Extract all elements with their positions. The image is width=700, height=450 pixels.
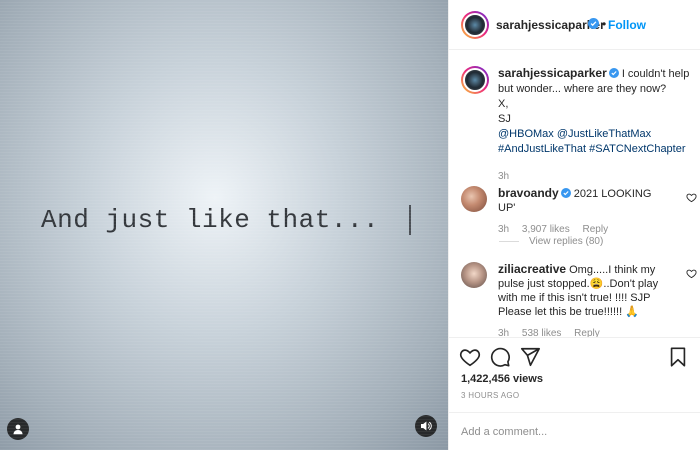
- add-comment-input[interactable]: [461, 423, 689, 441]
- commenter-avatar[interactable]: [461, 186, 487, 212]
- mention-hbomax[interactable]: @HBOMax: [498, 128, 554, 140]
- comment-body: ziliacreative Omg.....I think my pulse j…: [498, 262, 666, 341]
- comment-meta: 3h 3,907 likes Reply: [498, 223, 666, 237]
- speaker-icon: [421, 421, 432, 431]
- commenter-username[interactable]: ziliacreative: [498, 262, 566, 276]
- like-heart-icon[interactable]: [459, 346, 481, 368]
- commenter-username[interactable]: bravoandy: [498, 186, 559, 200]
- verified-badge-icon: [608, 68, 619, 78]
- verified-badge-icon: [588, 18, 599, 29]
- view-replies-label: View replies (80): [529, 236, 604, 247]
- hashtag-satcnextchapter[interactable]: #SATCNextChapter: [589, 143, 685, 155]
- add-comment-bar: [449, 412, 700, 450]
- comment-like-heart-icon[interactable]: [686, 268, 697, 279]
- post-actions: 1,422,456 views 3 HOURS AGO: [449, 337, 700, 450]
- replies-divider: [499, 240, 519, 242]
- action-icons-row: [459, 346, 689, 370]
- reply-button[interactable]: Reply: [583, 224, 609, 235]
- caption-username[interactable]: sarahjessicaparker: [498, 66, 607, 80]
- follow-button[interactable]: Follow: [608, 18, 646, 32]
- caption-body: sarahjessicaparker I couldn't help but w…: [498, 66, 698, 184]
- separator-dot: •: [602, 17, 607, 31]
- sound-toggle-button[interactable]: [415, 415, 437, 437]
- view-replies-button[interactable]: View replies (80): [499, 236, 603, 247]
- author-avatar[interactable]: [461, 11, 489, 39]
- caption-signoff-sj: SJ: [498, 113, 511, 125]
- comment-likes[interactable]: 3,907 likes: [522, 224, 570, 235]
- user-tags-button[interactable]: [7, 418, 29, 440]
- comment-body: bravoandy 2021 LOOKING UP' 3h 3,907 like…: [498, 186, 666, 237]
- post-media[interactable]: And just like that...: [0, 0, 448, 450]
- save-bookmark-icon[interactable]: [667, 346, 689, 368]
- post-sidebar: sarahjessicaparker • Follow sarahjessica…: [448, 0, 700, 450]
- user-icon: [13, 424, 23, 435]
- comment-bubble-icon[interactable]: [489, 346, 511, 368]
- hashtag-andjustlikethat[interactable]: #AndJustLikeThat: [498, 143, 586, 155]
- share-paper-plane-icon[interactable]: [519, 346, 541, 368]
- text-cursor: [409, 205, 411, 235]
- mention-justlikethatmax[interactable]: @JustLikeThatMax: [557, 128, 651, 140]
- commenter-avatar[interactable]: [461, 262, 487, 288]
- view-count[interactable]: 1,422,456 views: [461, 373, 543, 385]
- caption-time: 3h: [498, 171, 510, 182]
- media-caption-text: And just like that...: [41, 205, 380, 235]
- caption-signoff-x: X,: [498, 98, 509, 110]
- posted-time: 3 HOURS AGO: [461, 391, 520, 400]
- caption-avatar[interactable]: [461, 66, 489, 94]
- verified-badge-icon: [560, 188, 571, 198]
- comment-like-heart-icon[interactable]: [686, 192, 697, 203]
- post-header: sarahjessicaparker • Follow: [449, 0, 700, 50]
- comment-time: 3h: [498, 224, 510, 235]
